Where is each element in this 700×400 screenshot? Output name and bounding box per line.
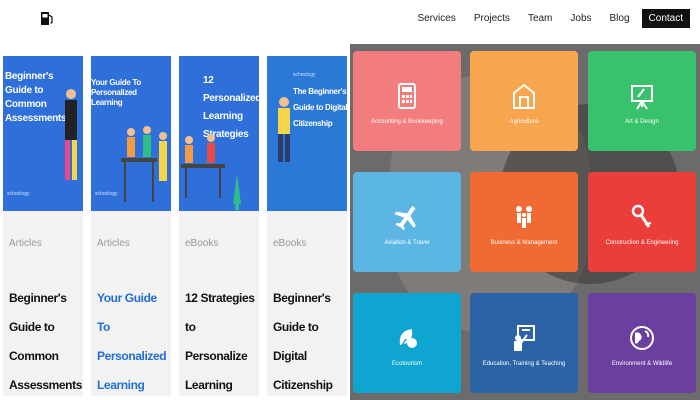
illustration-person-icon	[65, 89, 77, 180]
card-category: eBooks	[273, 238, 307, 249]
thumbnail-brand: schoology	[293, 72, 316, 78]
illustration-classroom-icon	[181, 134, 241, 210]
category-tile[interactable]: Accounting & Bookkeeping	[353, 51, 461, 151]
teacher-icon	[514, 325, 535, 351]
resource-card[interactable]: Beginner's Guide to Common Assessments s…	[3, 56, 83, 396]
thumbnail-brand: schoology	[7, 191, 30, 197]
category-tile-label: Business & Management	[490, 240, 558, 246]
thumbnail-title: Your Guide To Personalized Learning	[91, 78, 142, 107]
business-icon	[516, 206, 532, 228]
resource-card[interactable]: Your Guide To Personalized Learning scho…	[91, 56, 171, 396]
card-title[interactable]: Your Guide To Personalized Learning	[97, 284, 169, 400]
card-title[interactable]: 12 Strategies to Personalize Learning	[185, 284, 257, 400]
nav-blog[interactable]: Blog	[601, 10, 639, 27]
card-thumbnail: schoology The Beginner's Guide to Digita…	[267, 56, 347, 211]
category-tile-label: Accounting & Bookkeeping	[371, 119, 443, 125]
nav-projects[interactable]: Projects	[465, 10, 519, 27]
illustration-people-icon	[121, 126, 167, 202]
resource-card[interactable]: schoology The Beginner's Guide to Digita…	[267, 56, 347, 396]
category-tile-label: Art & Design	[625, 119, 659, 125]
fuel-pump-logo-icon[interactable]	[40, 10, 54, 26]
site-header: Services Projects Team Jobs Blog Contact	[0, 0, 700, 38]
category-tile[interactable]: Environment & Wildlife	[588, 293, 696, 393]
card-thumbnail: 12 Personalized Learning Strategies	[179, 56, 259, 211]
easel-icon	[631, 85, 653, 110]
category-tile[interactable]: Agriculture	[470, 51, 578, 151]
category-tile-label: Agriculture	[509, 119, 539, 125]
barn-icon	[513, 83, 535, 109]
category-tile[interactable]: Ecotourism	[353, 293, 461, 393]
globe-icon	[630, 326, 654, 350]
nav-team[interactable]: Team	[519, 10, 561, 27]
thumbnail-title: The Beginner's Guide to Digital Citizens…	[293, 87, 347, 128]
card-category: Articles	[9, 238, 42, 249]
main-nav: Services Projects Team Jobs Blog Contact	[408, 9, 690, 28]
card-title[interactable]: Beginner's Guide to Common Assessments	[9, 284, 82, 400]
airplane-icon	[394, 206, 416, 231]
nav-services[interactable]: Services	[408, 10, 464, 27]
category-tile-label: Aviation & Travel	[384, 240, 430, 246]
illustration-person-icon	[278, 97, 290, 162]
calculator-icon	[398, 83, 416, 109]
nav-jobs[interactable]: Jobs	[561, 10, 600, 27]
card-thumbnail: Beginner's Guide to Common Assessments s…	[3, 56, 83, 211]
nav-contact-button[interactable]: Contact	[641, 9, 690, 28]
category-tile-label: Environment & Wildlife	[611, 361, 673, 367]
card-category: Articles	[97, 238, 130, 249]
category-tile-label: Construction & Engineering	[605, 240, 679, 246]
category-tile[interactable]: Aviation & Travel	[353, 172, 461, 272]
thumbnail-brand: schoology	[95, 191, 118, 197]
card-category: eBooks	[185, 238, 219, 249]
category-tile[interactable]: Business & Management	[470, 172, 578, 272]
card-title[interactable]: Beginner's Guide to Digital Citizenship	[273, 284, 345, 400]
resource-cards-panel: Beginner's Guide to Common Assessments s…	[0, 44, 350, 400]
card-thumbnail: Your Guide To Personalized Learning scho…	[91, 56, 171, 211]
leaf-icon	[399, 329, 417, 348]
category-tile-label: Ecotourism	[391, 361, 422, 367]
category-tile[interactable]: Art & Design	[588, 51, 696, 151]
resource-card[interactable]: 12 Personalized Learning Strategies eBoo…	[179, 56, 259, 396]
category-tile-label: Education, Training & Teaching	[482, 361, 566, 367]
category-tile[interactable]: Education, Training & Teaching	[470, 293, 578, 393]
category-tile[interactable]: Construction & Engineering	[588, 172, 696, 272]
category-grid-panel: Accounting & Bookkeeping Agriculture Art &…	[350, 44, 700, 400]
wrench-icon	[631, 204, 652, 228]
